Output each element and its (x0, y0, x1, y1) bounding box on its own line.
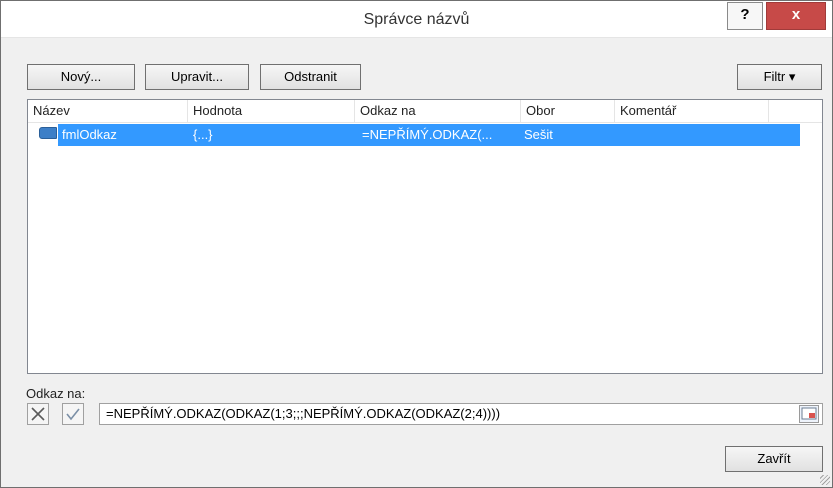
column-header-name[interactable]: Název (28, 100, 188, 122)
refers-to-input[interactable]: =NEPŘÍMÝ.ODKAZ(ODKAZ(1;3;;;NEPŘÍMÝ.ODKAZ… (99, 403, 823, 425)
delete-name-button[interactable]: Odstranit (260, 64, 361, 90)
names-list[interactable]: Název Hodnota Odkaz na Obor Komentář fml… (27, 99, 823, 374)
confirm-edit-button[interactable] (62, 403, 84, 425)
help-button[interactable]: ? (727, 2, 763, 30)
column-header-refers-to[interactable]: Odkaz na (355, 100, 521, 122)
title-bar[interactable]: Správce názvů ? x (1, 1, 832, 38)
cancel-x-icon (31, 407, 45, 421)
row-comment (618, 124, 768, 146)
close-window-button[interactable]: x (766, 2, 826, 30)
filter-button[interactable]: Filtr ▾ (737, 64, 822, 90)
checkmark-icon (66, 408, 80, 421)
name-manager-dialog: Správce názvů ? x Nový... Upravit... Ods… (0, 0, 833, 488)
row-name: fmlOdkaz (62, 127, 117, 142)
list-header: Název Hodnota Odkaz na Obor Komentář (28, 100, 822, 123)
row-refers-to: =NEPŘÍMÝ.ODKAZ(... (362, 127, 493, 142)
row-value: {...} (193, 127, 213, 142)
collapse-dialog-icon[interactable] (799, 405, 819, 423)
resize-grip-icon[interactable] (820, 475, 830, 485)
close-button[interactable]: Zavřít (725, 446, 823, 472)
column-header-comment[interactable]: Komentář (615, 100, 769, 122)
edit-name-button[interactable]: Upravit... (145, 64, 249, 90)
new-name-button[interactable]: Nový... (27, 64, 135, 90)
cancel-edit-button[interactable] (27, 403, 49, 425)
dialog-title: Správce názvů (363, 11, 470, 28)
refers-to-label: Odkaz na: (26, 386, 86, 401)
column-header-value[interactable]: Hodnota (188, 100, 355, 122)
named-range-icon (39, 127, 57, 139)
column-header-scope[interactable]: Obor (521, 100, 615, 122)
table-row[interactable]: fmlOdkaz {...} =NEPŘÍMÝ.ODKAZ(... Sešit (58, 124, 800, 146)
row-scope: Sešit (524, 127, 553, 142)
